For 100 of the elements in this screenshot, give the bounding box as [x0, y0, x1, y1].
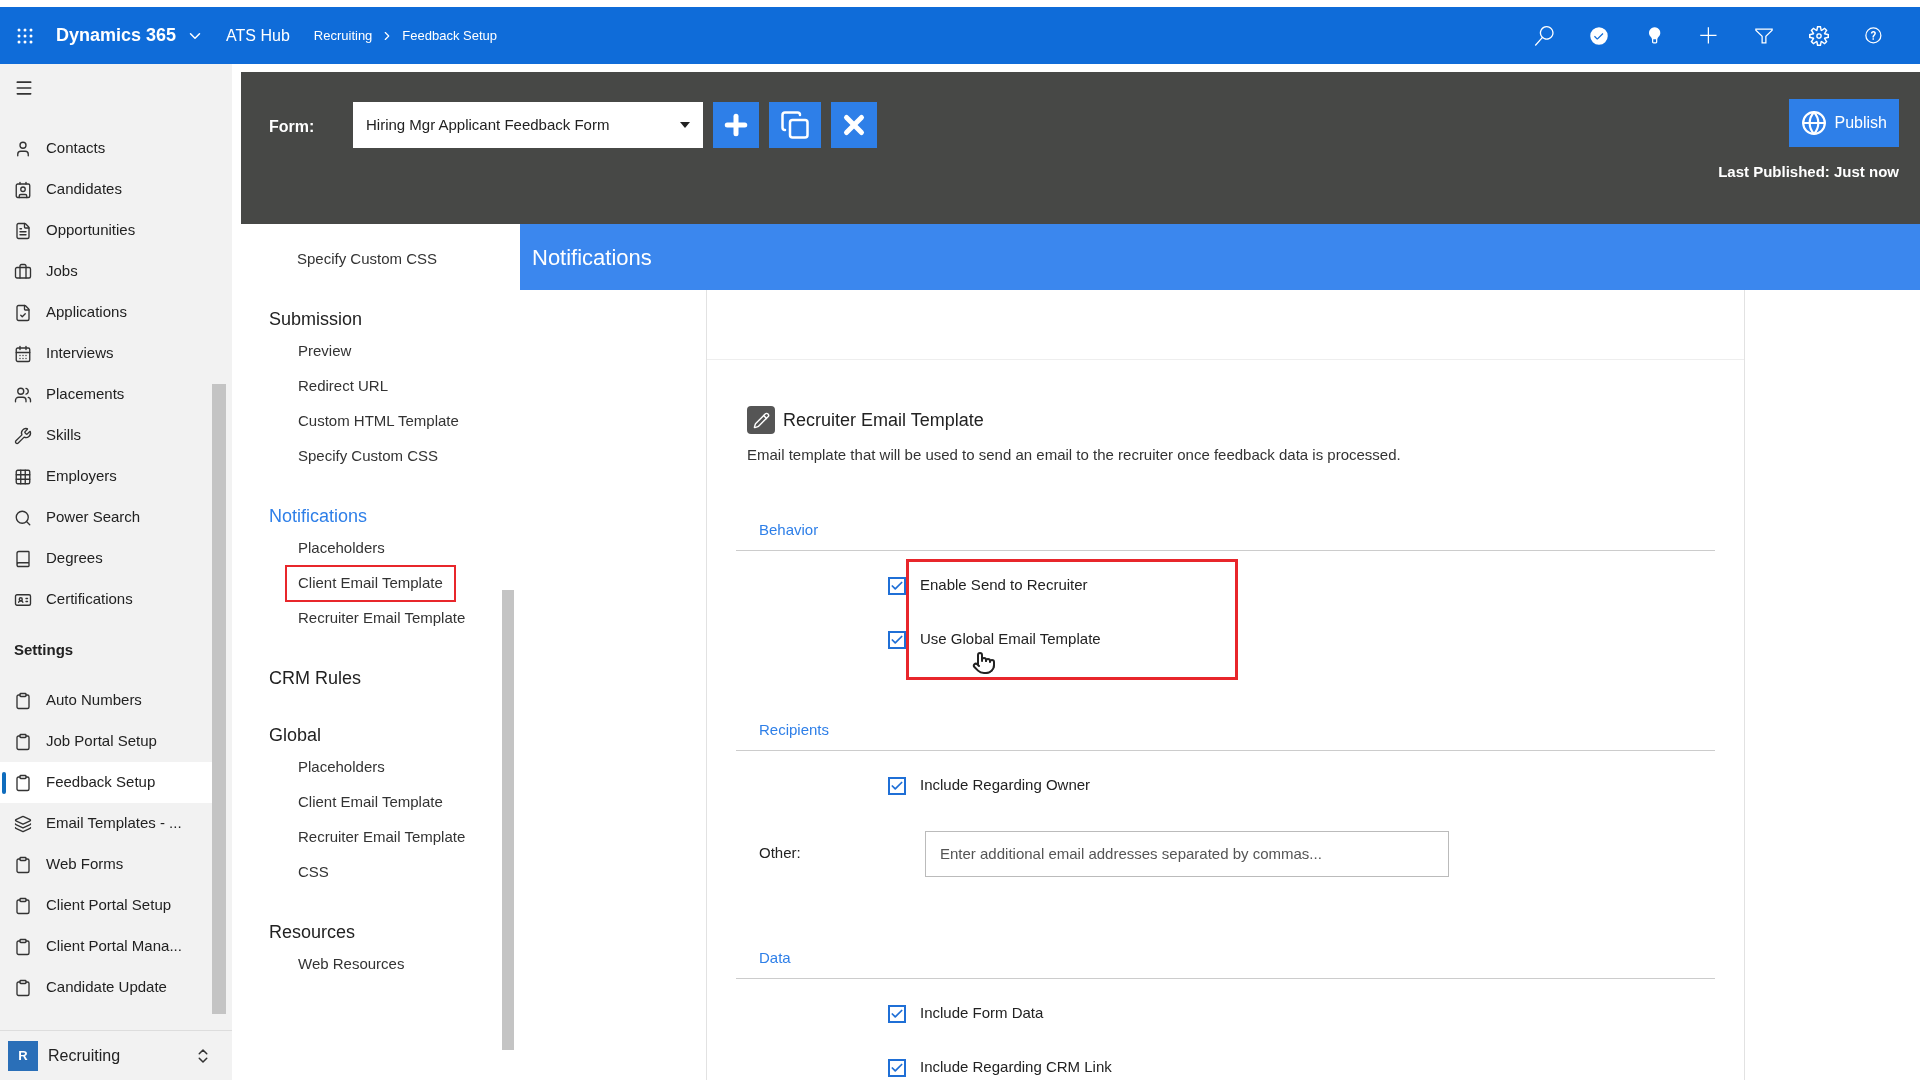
search-icon[interactable]: [1534, 25, 1554, 46]
sidebar-item[interactable]: Interviews: [0, 333, 212, 374]
checkbox[interactable]: [888, 576, 906, 595]
nav-link[interactable]: Specify Custom CSS: [284, 241, 451, 278]
menu-icon[interactable]: [14, 78, 34, 98]
sidebar-item[interactable]: Web Forms: [0, 844, 212, 885]
sidebar-item[interactable]: Power Search: [0, 497, 212, 538]
nav-link[interactable]: Web Resources: [285, 946, 418, 983]
people-icon: [14, 385, 32, 404]
clipboard-icon: [14, 937, 32, 956]
sidebar-item[interactable]: Email Templates - ...: [0, 803, 212, 844]
area-label: Recruiting: [48, 1045, 121, 1066]
clipboard-icon: [14, 732, 32, 751]
nav-section-title[interactable]: Notifications: [269, 502, 368, 530]
email-input-field[interactable]: Enter additional email addresses separated by commas...: [925, 830, 1449, 877]
nav-section-title[interactable]: CRM Rules: [269, 664, 361, 692]
nav-link[interactable]: Placeholders: [285, 749, 398, 786]
sidebar-label: Contacts: [46, 138, 106, 159]
help-icon[interactable]: [1864, 25, 1884, 46]
checkbox-label: Include Regarding CRM Link: [920, 1057, 1112, 1078]
edit-icon: [747, 406, 775, 434]
area-switcher[interactable]: R Recruiting: [0, 1030, 232, 1080]
clipboard-icon: [14, 896, 32, 915]
sidebar-item[interactable]: Auto Numbers: [0, 680, 212, 721]
checkbox[interactable]: [888, 1058, 906, 1077]
sidebar-item[interactable]: Job Portal Setup: [0, 721, 212, 762]
sidebar-item[interactable]: Contacts: [0, 128, 212, 169]
nav-link[interactable]: Client Email Template: [285, 784, 456, 821]
sidebar-item[interactable]: Jobs: [0, 251, 212, 292]
scrollbar[interactable]: [212, 384, 226, 1014]
scrollbar[interactable]: [502, 590, 514, 1050]
checkbox-label: Enable Send to Recruiter: [920, 575, 1088, 596]
circle-check-icon[interactable]: [1589, 25, 1609, 46]
sidebar-item[interactable]: Placements: [0, 374, 212, 415]
area-badge: R: [8, 1040, 38, 1071]
document-icon: [14, 221, 32, 240]
sidebar-label: Email Templates - ...: [46, 813, 182, 834]
nav-link[interactable]: CSS: [285, 854, 342, 891]
briefcase-icon: [14, 262, 32, 281]
last-published-text: Last Published: Just now: [1718, 162, 1899, 182]
section-heading: Settings: [14, 639, 74, 660]
wrench-icon: [14, 426, 32, 445]
sidebar-item[interactable]: Employers: [0, 456, 212, 497]
calendar-icon: [14, 344, 32, 363]
card-description: Email template that will be used to send an email to the recruiter once feedback data is processed.: [746, 445, 1402, 465]
checkbox[interactable]: [888, 776, 906, 795]
settings-icon[interactable]: [1809, 25, 1829, 46]
sidebar-label: Placements: [46, 384, 125, 405]
sidebar-label: Auto Numbers: [46, 690, 142, 711]
sidebar-label: Candidate Update: [46, 977, 167, 998]
pointer-cursor-icon: [972, 650, 996, 675]
sidebar-label: Employers: [46, 466, 117, 487]
sidebar-item[interactable]: Applications: [0, 292, 212, 333]
sidebar-item[interactable]: Client Portal Mana...: [0, 926, 212, 967]
sidebar-item[interactable]: Candidates: [0, 169, 212, 210]
sidebar-item[interactable]: Certifications: [0, 579, 212, 620]
publish-button[interactable]: Publish: [1788, 99, 1899, 147]
checked-document-icon: [14, 303, 32, 322]
sidebar-label: Opportunities: [46, 220, 136, 241]
sidebar-label: Jobs: [46, 261, 78, 282]
panel-title: Notifications: [532, 243, 652, 272]
nav-section-title[interactable]: Submission: [269, 305, 363, 333]
breadcrumb-link[interactable]: Recruiting: [313, 25, 373, 46]
delete-button[interactable]: [831, 102, 877, 148]
checkbox[interactable]: [888, 1004, 906, 1023]
sidebar-label: Web Forms: [46, 854, 124, 875]
form-select[interactable]: Hiring Mgr Applicant Feedback Form: [353, 102, 703, 148]
selected-indicator: [2, 772, 6, 794]
checkbox-label: Use Global Email Template: [920, 629, 1101, 650]
clipboard-icon: [14, 773, 32, 792]
caret-icon: [680, 122, 690, 128]
section-title: Recipients: [759, 720, 830, 740]
sidebar-item[interactable]: Degrees: [0, 538, 212, 579]
sidebar-label: Client Portal Mana...: [46, 936, 182, 957]
sidebar-label: Certifications: [46, 589, 133, 610]
copy-button[interactable]: [769, 102, 821, 148]
nav-link[interactable]: Recruiter Email Template: [285, 819, 479, 856]
globe-icon: [1800, 110, 1827, 136]
nav-link[interactable]: Custom HTML Template: [285, 403, 472, 440]
nav-link[interactable]: Preview: [285, 333, 365, 370]
checkbox[interactable]: [888, 630, 906, 649]
sidebar-item[interactable]: Opportunities: [0, 210, 212, 251]
add-button[interactable]: [713, 102, 759, 148]
sidebar-label: Applications: [46, 302, 127, 323]
nav-link[interactable]: Placeholders: [285, 530, 398, 567]
area-name[interactable]: ATS Hub: [226, 23, 290, 48]
sidebar-item[interactable]: Candidate Update: [0, 967, 212, 1008]
plus-icon[interactable]: [1699, 25, 1719, 46]
app-name[interactable]: Dynamics 365: [56, 22, 177, 49]
nav-section-title[interactable]: Resources: [269, 918, 356, 946]
nav-link[interactable]: Client Email Template: [285, 565, 456, 602]
app-launcher-icon[interactable]: [16, 26, 34, 45]
nav-link[interactable]: Recruiter Email Template: [285, 600, 479, 637]
sidebar-item[interactable]: Client Portal Setup: [0, 885, 212, 926]
breadcrumb-link[interactable]: Feedback Setup: [402, 25, 498, 46]
nav-link[interactable]: Specify Custom CSS: [285, 438, 452, 475]
nav-link[interactable]: Redirect URL: [285, 368, 402, 405]
sidebar-item[interactable]: Skills: [0, 415, 212, 456]
nav-section-title[interactable]: Global: [269, 721, 322, 749]
sidebar-item[interactable]: Feedback Setup: [0, 762, 212, 803]
